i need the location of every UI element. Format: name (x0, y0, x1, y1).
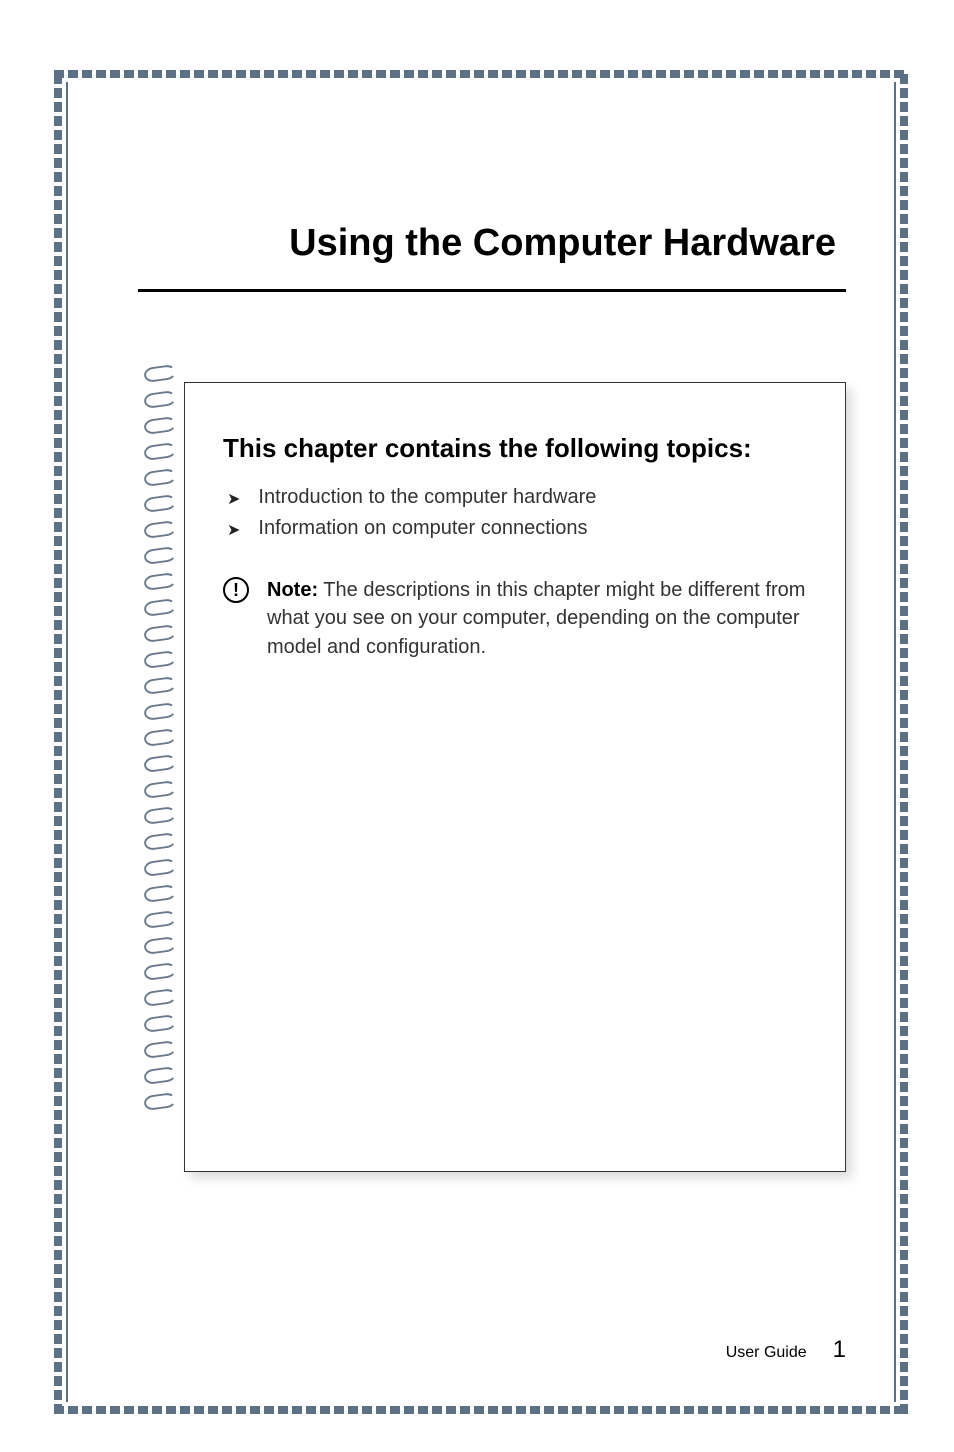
page-footer: User Guide 1 (726, 1336, 846, 1364)
topics-heading: This chapter contains the following topi… (223, 431, 813, 466)
note-text: Note: The descriptions in this chapter m… (267, 576, 813, 661)
frame-border-right (900, 70, 908, 1414)
content-box-wrapper: This chapter contains the following topi… (184, 382, 846, 1172)
spiral-binding-icon (144, 366, 184, 1120)
page-frame: Using the Computer Hardware This chapter… (60, 76, 902, 1408)
topic-item: ➤ Introduction to the computer hardware (227, 486, 813, 509)
arrow-bullet-icon: ➤ (227, 489, 240, 509)
topics-list: ➤ Introduction to the computer hardware … (223, 486, 813, 540)
footer-label: User Guide (726, 1344, 807, 1362)
topics-box: This chapter contains the following topi… (184, 382, 846, 1172)
note-block: ! Note: The descriptions in this chapter… (223, 576, 813, 661)
topic-text: Introduction to the computer hardware (258, 486, 596, 509)
page-number: 1 (833, 1336, 846, 1364)
frame-border-left (54, 70, 62, 1414)
topic-item: ➤ Information on computer connections (227, 517, 813, 540)
alert-icon: ! (223, 577, 249, 603)
note-label: Note: (267, 579, 318, 601)
chapter-title: Using the Computer Hardware (138, 222, 846, 265)
arrow-bullet-icon: ➤ (227, 520, 240, 540)
frame-border-top (54, 70, 908, 78)
note-body: The descriptions in this chapter might b… (267, 579, 805, 658)
title-divider (138, 289, 846, 292)
topic-text: Information on computer connections (258, 517, 587, 540)
frame-border-bottom (54, 1406, 908, 1414)
page-content: Using the Computer Hardware This chapter… (66, 82, 896, 1402)
